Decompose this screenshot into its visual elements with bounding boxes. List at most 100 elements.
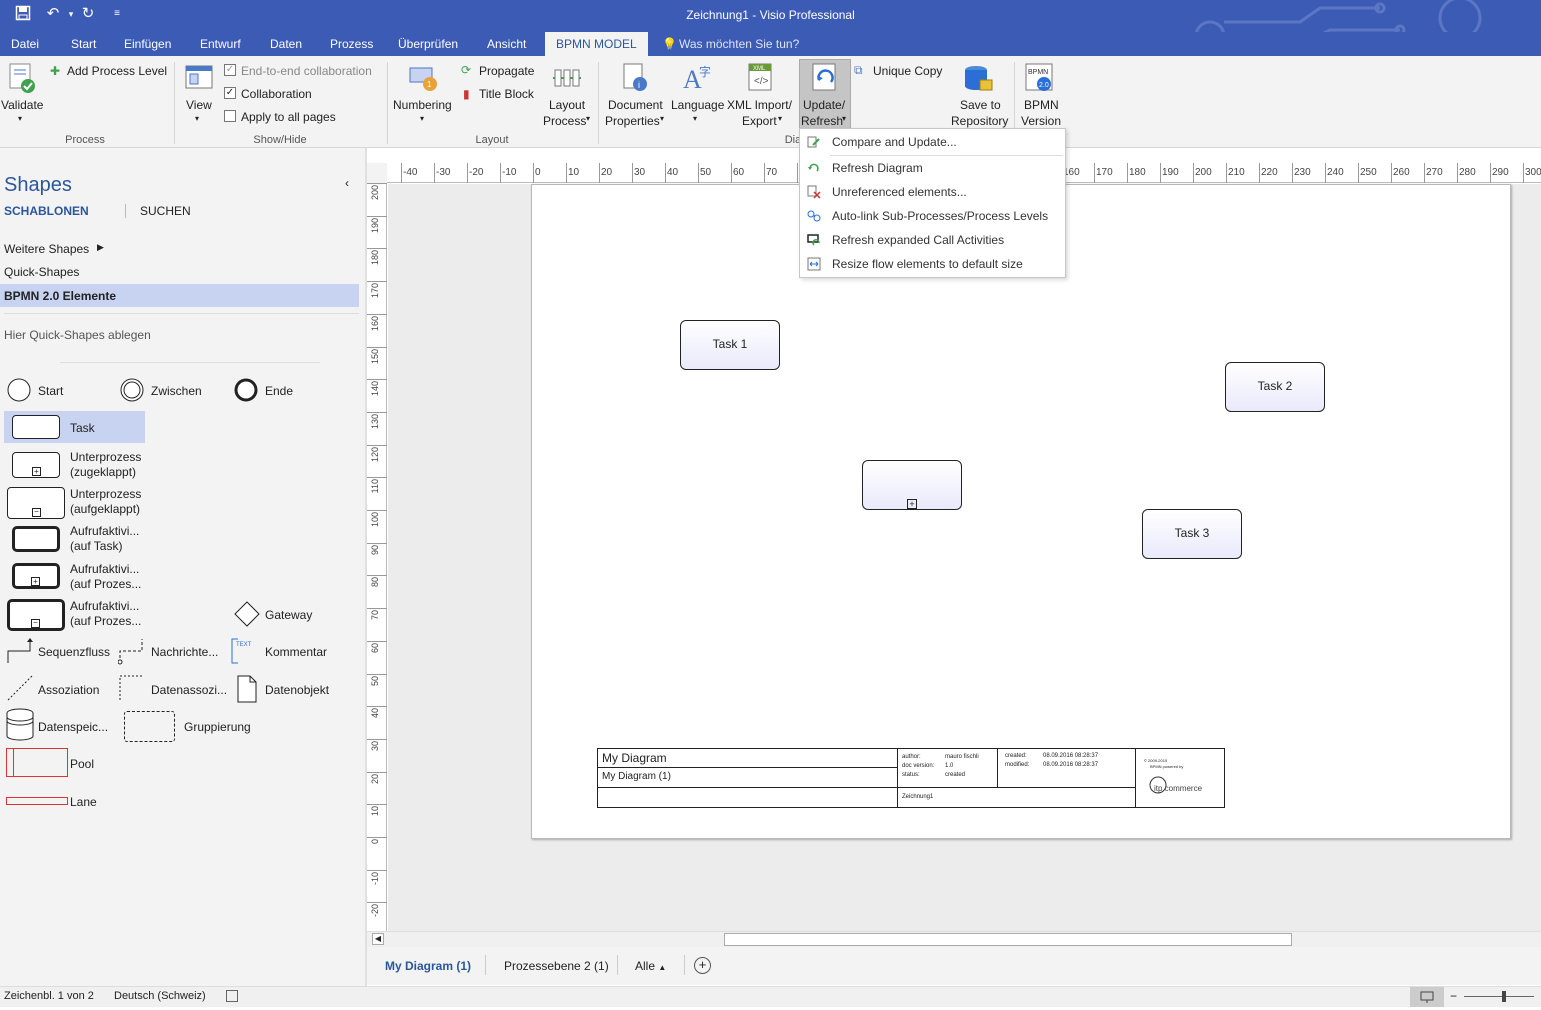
tab-datei[interactable]: Datei (11, 37, 39, 51)
numbering-dropdown-icon[interactable]: ▾ (420, 114, 424, 123)
shape-pool-label[interactable]: Pool (70, 757, 94, 771)
more-shapes-item[interactable]: Weitere Shapes (4, 242, 89, 256)
validate-icon[interactable] (6, 62, 38, 94)
menu-refresh-call-activities[interactable]: Refresh expanded Call Activities (800, 228, 1065, 252)
macro-record-icon[interactable] (226, 990, 238, 1002)
add-page-icon[interactable]: + (694, 957, 711, 974)
tab-prozess[interactable]: Prozess (330, 37, 373, 51)
call-activity-task-icon[interactable] (12, 526, 60, 552)
subprocess-collapsed-icon[interactable]: + (12, 452, 60, 478)
horizontal-scrollbar[interactable]: ◀ (367, 931, 1541, 947)
document-properties-label-2[interactable]: Properties (605, 114, 660, 128)
call-activity-process-collapsed-icon[interactable]: + (12, 563, 60, 589)
tab-entwurf[interactable]: Entwurf (200, 37, 241, 51)
shape-gateway-label[interactable]: Gateway (265, 608, 312, 622)
association-icon[interactable] (6, 674, 34, 702)
diagram-title-block[interactable]: My Diagram My Diagram (1) author: mauro f… (597, 748, 1225, 808)
shape-association-label[interactable]: Assoziation (38, 683, 99, 697)
layout-process-label-1[interactable]: Layout (549, 98, 585, 112)
view-button[interactable]: View (186, 98, 212, 112)
shape-subprocess-collapsed-label[interactable]: Unterprozess (zugeklappt) (70, 450, 141, 480)
annotation-icon[interactable]: TEXT (230, 637, 258, 665)
bpmn-version-label-2[interactable]: Version (1021, 114, 1061, 128)
data-object-icon[interactable] (236, 674, 258, 704)
document-properties-icon[interactable]: i (620, 62, 652, 94)
sequence-flow-icon[interactable] (6, 637, 34, 665)
shape-group-label[interactable]: Gruppierung (184, 720, 251, 734)
shape-comment-label[interactable]: Kommentar (265, 645, 327, 659)
shape-lane-label[interactable]: Lane (70, 795, 97, 809)
data-store-icon[interactable] (5, 708, 35, 742)
shape-data-store-label[interactable]: Datenspeic... (38, 720, 108, 734)
apply-all-pages-checkbox[interactable] (224, 110, 236, 122)
task-1-shape[interactable]: Task 1 (680, 320, 780, 370)
menu-resize-flow-elements[interactable]: Resize flow elements to default size (800, 252, 1065, 276)
shape-message-flow-label[interactable]: Nachrichte... (151, 645, 218, 659)
document-properties-dropdown-icon[interactable]: ▾ (660, 114, 664, 123)
lane-icon[interactable] (6, 797, 68, 805)
menu-unreferenced-elements[interactable]: Unreferenced elements... (800, 180, 1065, 204)
chevron-right-icon[interactable]: ▶ (97, 242, 104, 253)
update-refresh-dropdown-icon[interactable]: ▾ (842, 114, 846, 123)
layout-process-label-2[interactable]: Process (543, 114, 586, 128)
tab-ansicht[interactable]: Ansicht (487, 37, 526, 51)
shape-end-label[interactable]: Ende (265, 384, 293, 398)
shape-subprocess-expanded-label[interactable]: Unterprozess (aufgeklappt) (70, 487, 141, 517)
task-2-shape[interactable]: Task 2 (1225, 362, 1325, 412)
zoom-out-icon[interactable]: − (1450, 989, 1457, 1003)
numbering-button[interactable]: Numbering (393, 98, 452, 112)
subprocess-expanded-icon[interactable]: − (7, 487, 65, 519)
propagate-button[interactable]: Propagate (479, 64, 534, 78)
zoom-slider[interactable] (1464, 996, 1534, 997)
data-association-icon[interactable] (118, 674, 146, 702)
xml-import-export-label-1[interactable]: XML Import/ (727, 98, 792, 112)
xml-dropdown-icon[interactable]: ▾ (778, 114, 782, 123)
scroll-left-icon[interactable]: ◀ (372, 933, 384, 945)
layout-process-dropdown-icon[interactable]: ▾ (586, 114, 590, 123)
shape-intermediate-label[interactable]: Zwischen (151, 384, 202, 398)
message-flow-icon[interactable] (118, 637, 146, 665)
tab-bpmn-model[interactable]: BPMN MODEL (545, 32, 648, 56)
collapse-panel-icon[interactable]: ‹ (345, 176, 349, 190)
layout-process-icon[interactable] (551, 62, 583, 94)
vertical-ruler[interactable]: 200 190 180 170 160 150 140 130 120 110 100 90 80 70 6… (367, 183, 387, 931)
add-process-level-button[interactable]: Add Process Level (67, 64, 167, 78)
view-dropdown-icon[interactable]: ▾ (195, 114, 199, 123)
validate-button[interactable]: Validate (1, 98, 43, 112)
status-page-indicator[interactable]: Zeichenbl. 1 von 2 (4, 990, 94, 1002)
intermediate-event-icon[interactable] (119, 377, 145, 403)
menu-auto-link-subprocesses[interactable]: Auto-link Sub-Processes/Process Levels (800, 204, 1065, 228)
bpmn-version-icon[interactable]: BPMN 2.0 (1024, 62, 1056, 94)
end-event-icon[interactable] (233, 377, 259, 403)
scrollbar-thumb[interactable] (724, 933, 1292, 946)
collaboration-checkbox[interactable]: ✓ (224, 87, 236, 99)
shape-sequence-flow-label[interactable]: Sequenzfluss (38, 645, 110, 659)
save-to-repository-label-1[interactable]: Save to (960, 98, 1001, 112)
update-refresh-label-2[interactable]: Refresh (801, 114, 843, 128)
update-refresh-icon[interactable] (809, 62, 841, 94)
unique-copy-button[interactable]: Unique Copy (873, 64, 942, 78)
bpmn-version-label-1[interactable]: BPMN (1024, 98, 1059, 112)
title-block-button[interactable]: Title Block (479, 87, 534, 101)
page-tab-my-diagram[interactable]: My Diagram (1) (385, 959, 471, 973)
menu-compare-and-update[interactable]: Compare and Update... (800, 130, 1065, 154)
zoom-slider-thumb[interactable] (1502, 991, 1506, 1002)
tab-templates[interactable]: SCHABLONEN (4, 204, 89, 218)
language-button[interactable]: Language (671, 98, 724, 112)
document-properties-label-1[interactable]: Document (608, 98, 663, 112)
shape-start-label[interactable]: Start (38, 384, 63, 398)
subprocess-shape[interactable]: + (862, 460, 962, 510)
tab-search[interactable]: SUCHEN (140, 204, 191, 218)
tab-ueberpruefen[interactable]: Überprüfen (398, 37, 458, 51)
shape-call-proc2-label[interactable]: Aufrufaktivi... (auf Prozes... (70, 599, 141, 629)
shape-call-task-label[interactable]: Aufrufaktivi... (auf Task) (70, 524, 139, 554)
page-tab-prozessebene-2[interactable]: Prozessebene 2 (1) (504, 959, 609, 973)
quick-shapes-item[interactable]: Quick-Shapes (4, 265, 79, 279)
shape-data-object-label[interactable]: Datenobjekt (265, 683, 329, 697)
start-event-icon[interactable] (6, 377, 32, 403)
page-tab-all[interactable]: Alle ▲ (635, 959, 666, 973)
drawing-page[interactable]: Task 1 Task 2 + Task 3 My Diagram My Dia… (531, 184, 1511, 839)
tab-daten[interactable]: Daten (270, 37, 302, 51)
shape-call-proc1-label[interactable]: Aufrufaktivi... (auf Prozes... (70, 562, 141, 592)
language-dropdown-icon[interactable]: ▾ (693, 114, 697, 123)
